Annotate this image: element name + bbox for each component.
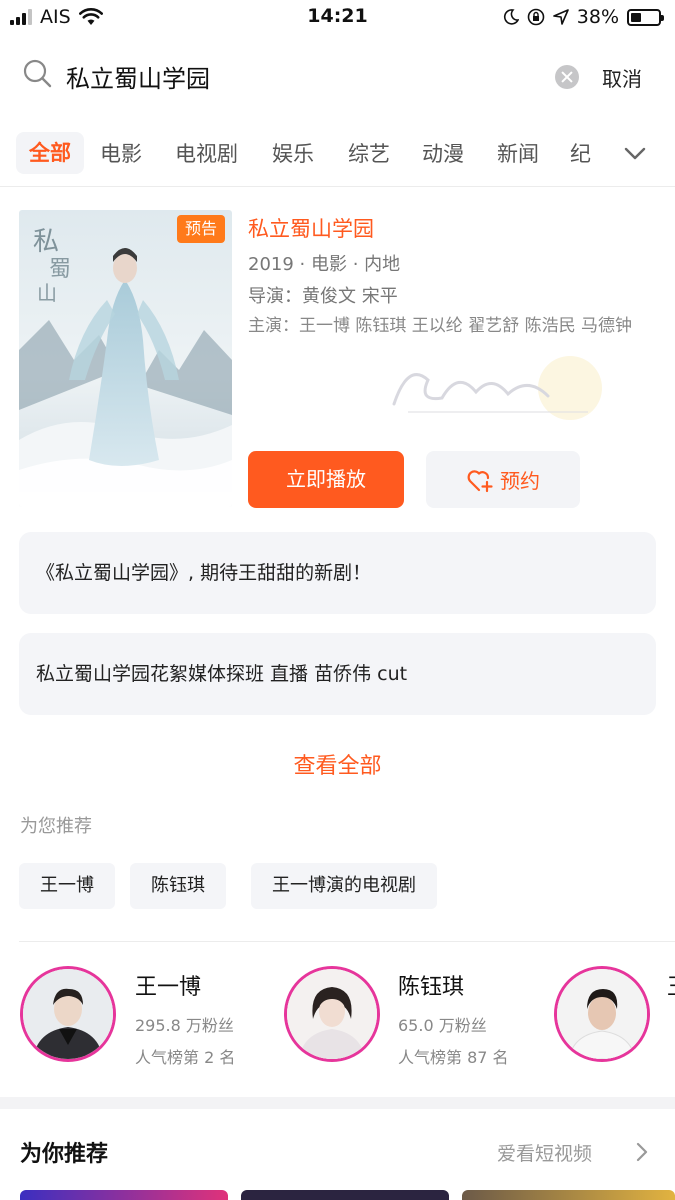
battery-percent: 38% xyxy=(576,6,619,28)
star-name[interactable]: 王 xyxy=(667,969,675,1001)
search-icon xyxy=(23,59,52,88)
cancel-button[interactable]: 取消 xyxy=(602,63,642,92)
search-input[interactable]: 私立蜀山学园 xyxy=(66,59,210,94)
star-rank: 人气榜第 2 名 xyxy=(135,1048,236,1067)
svg-text:私: 私 xyxy=(33,227,59,257)
search-bar: 私立蜀山学园 取消 xyxy=(0,48,675,104)
related-video-item[interactable]: 《私立蜀山学园》, 期待王甜甜的新剧！ xyxy=(19,532,656,614)
heart-plus-icon xyxy=(467,469,493,492)
movie-meta: 2019 · 电影 · 内地 xyxy=(248,254,401,275)
chevron-down-icon[interactable] xyxy=(622,140,648,166)
tab-movies[interactable]: 电影 xyxy=(100,138,142,168)
watermark-logo xyxy=(392,356,602,420)
bottom-section-title: 为你推荐 xyxy=(20,1142,109,1167)
status-right: 38% xyxy=(503,6,664,28)
tab-all[interactable]: 全部 xyxy=(16,132,84,174)
tab-documentary[interactable]: 纪 xyxy=(570,138,591,168)
recommend-tag[interactable]: 陈钰琪 xyxy=(130,863,226,909)
short-video-link[interactable]: 爱看短视频 xyxy=(497,1139,592,1166)
tab-news[interactable]: 新闻 xyxy=(497,138,539,168)
chevron-right-icon[interactable] xyxy=(632,1140,652,1164)
movie-poster[interactable]: 私 蜀 山 xyxy=(19,210,232,507)
view-all-button[interactable]: 查看全部 xyxy=(0,748,675,780)
reserve-button[interactable]: 预约 xyxy=(426,451,580,508)
battery-fill xyxy=(631,12,641,22)
avatar[interactable] xyxy=(20,966,116,1062)
movie-director: 导演：黄俊文 宋平 xyxy=(248,286,398,307)
avatar[interactable] xyxy=(284,966,380,1062)
star-name[interactable]: 王一博 xyxy=(135,969,201,1001)
tab-entertainment[interactable]: 娱乐 xyxy=(272,138,314,168)
star-rank: 人气榜第 87 名 xyxy=(398,1048,509,1067)
play-now-button[interactable]: 立即播放 xyxy=(248,451,404,508)
svg-text:山: 山 xyxy=(37,281,57,305)
recommend-label: 为您推荐 xyxy=(20,816,92,837)
star-name[interactable]: 陈钰琪 xyxy=(398,969,464,1001)
movie-cast: 主演：王一博 陈钰琪 王以纶 翟艺舒 陈浩民 马德钟 xyxy=(248,316,633,336)
video-thumbnail[interactable] xyxy=(20,1190,228,1200)
tab-variety[interactable]: 综艺 xyxy=(348,138,390,168)
star-fans: 295.8 万粉丝 xyxy=(135,1016,234,1035)
related-video-item[interactable]: 私立蜀山学园花絮媒体探班 直播 苗侨伟 cut xyxy=(19,633,656,715)
tab-tv-series[interactable]: 电视剧 xyxy=(175,138,238,168)
status-bar: AIS 14:21 38% xyxy=(0,0,675,34)
svg-text:蜀: 蜀 xyxy=(49,257,71,282)
trailer-badge: 预告 xyxy=(177,215,225,243)
battery-icon xyxy=(627,8,664,26)
rotation-lock-icon xyxy=(527,8,545,26)
recommend-tag[interactable]: 王一博 xyxy=(19,863,115,909)
location-icon xyxy=(552,9,569,25)
section-separator xyxy=(0,1097,675,1109)
star-fans: 65.0 万粉丝 xyxy=(398,1016,487,1035)
video-thumbnail[interactable] xyxy=(462,1190,675,1200)
tab-anime[interactable]: 动漫 xyxy=(422,138,464,168)
moon-icon xyxy=(503,9,519,25)
clear-search-icon[interactable] xyxy=(555,65,579,89)
avatar[interactable] xyxy=(554,966,650,1062)
movie-title[interactable]: 私立蜀山学园 xyxy=(248,213,374,243)
category-tabs: 全部 电影 电视剧 娱乐 综艺 动漫 新闻 纪 xyxy=(0,128,675,180)
divider xyxy=(19,941,675,942)
reserve-label: 预约 xyxy=(500,469,540,493)
video-thumbnail[interactable] xyxy=(241,1190,449,1200)
divider xyxy=(0,186,675,187)
recommend-tag[interactable]: 王一博演的电视剧 xyxy=(251,863,437,909)
